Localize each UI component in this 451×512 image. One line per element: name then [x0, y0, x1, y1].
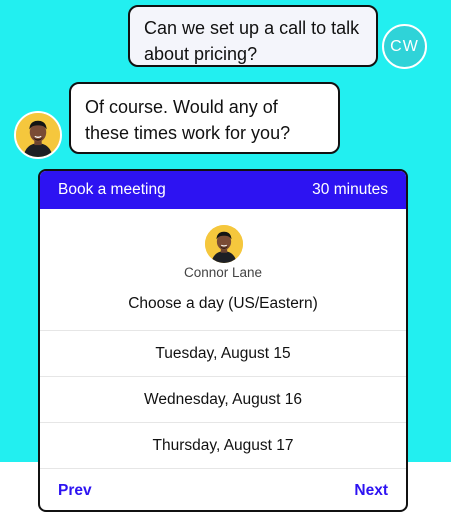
booking-card: Book a meeting 30 minutes Connor Lane Ch… [38, 169, 408, 512]
meeting-duration: 30 minutes [312, 181, 388, 198]
prev-button[interactable]: Prev [58, 482, 92, 500]
day-option-wednesday[interactable]: Wednesday, August 16 [40, 376, 406, 422]
agent-message-bubble: Of course. Would any of these times work… [69, 82, 340, 154]
agent-avatar [14, 111, 62, 159]
person-photo-icon [16, 113, 60, 157]
user-message-text: Can we set up a call to talk about prici… [144, 18, 360, 64]
host-avatar [205, 225, 243, 263]
next-button[interactable]: Next [354, 482, 388, 500]
booking-header: Book a meeting 30 minutes [40, 171, 406, 209]
choose-day-label: Choose a day (US/Eastern) [128, 295, 318, 312]
booking-title: Book a meeting [58, 181, 166, 198]
person-photo-icon [205, 225, 243, 263]
day-option-thursday[interactable]: Thursday, August 17 [40, 422, 406, 469]
user-message-bubble: Can we set up a call to talk about prici… [128, 5, 378, 67]
agent-message-text: Of course. Would any of these times work… [85, 97, 291, 143]
user-avatar: CW [382, 24, 427, 69]
day-options-list: Tuesday, August 15 Wednesday, August 16 … [40, 330, 406, 469]
user-initials: CW [390, 37, 419, 55]
day-option-tuesday[interactable]: Tuesday, August 15 [40, 330, 406, 376]
booking-footer: Prev Next [40, 482, 406, 500]
chat-widget-screen: Can we set up a call to talk about prici… [0, 0, 451, 512]
host-name: Connor Lane [183, 265, 263, 280]
